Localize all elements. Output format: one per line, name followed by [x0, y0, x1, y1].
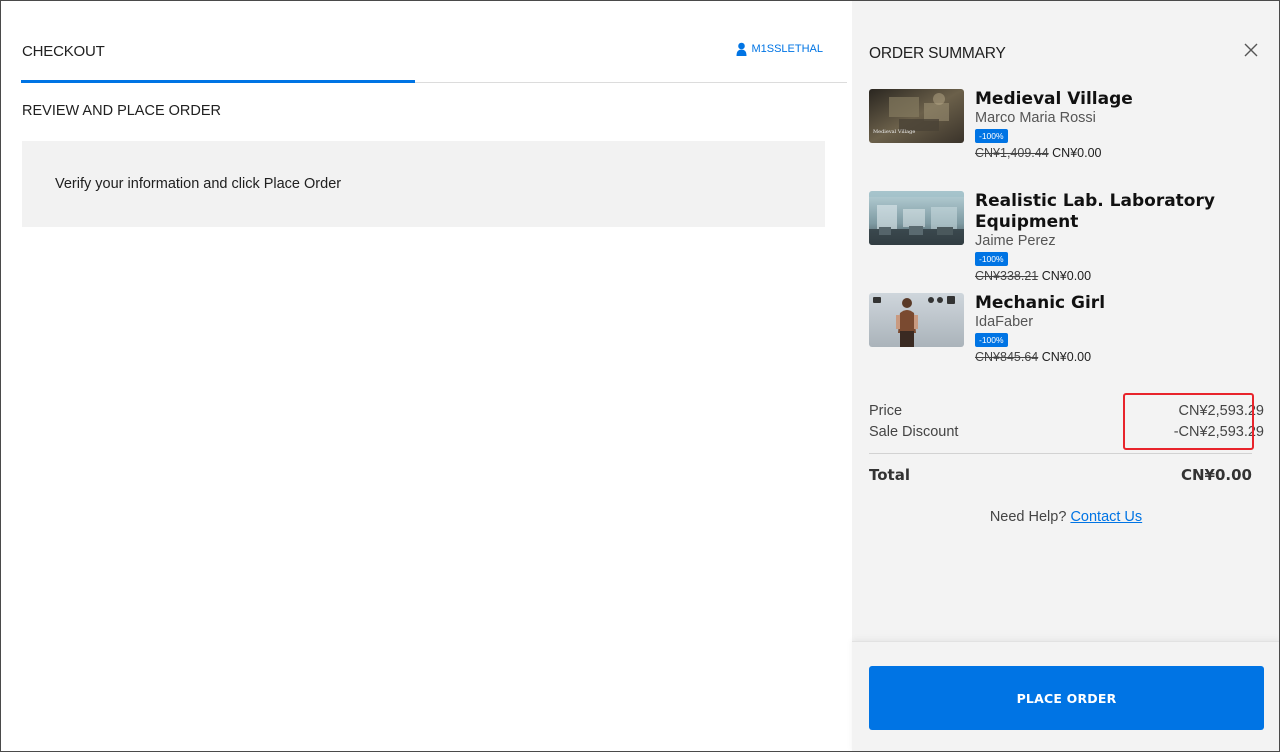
tab-checkout[interactable]: CHECKOUT [22, 43, 105, 60]
item-title[interactable]: Mechanic Girl [975, 293, 1265, 314]
item-thumbnail [869, 293, 964, 347]
close-icon [1244, 43, 1258, 57]
item-details: Mechanic Girl IdaFaber -100% CN¥845.64 C… [975, 293, 1265, 365]
item-prices: CN¥1,409.44 CN¥0.00 [975, 145, 1265, 161]
totals-divider [869, 453, 1252, 454]
username-label: M1SSLETHAL [751, 43, 823, 55]
original-price: CN¥1,409.44 [975, 146, 1049, 160]
item-title[interactable]: Realistic Lab. Laboratory Equipment [975, 191, 1265, 233]
item-title[interactable]: Medieval Village [975, 89, 1265, 110]
item-details: Realistic Lab. Laboratory Equipment Jaim… [975, 191, 1265, 284]
checkout-tabbar: CHECKOUT M1SSLETHAL [21, 31, 847, 83]
total-value: CN¥0.00 [1180, 466, 1252, 484]
price-highlight-box [1123, 393, 1254, 450]
contact-us-link[interactable]: Contact Us [1070, 509, 1142, 525]
sale-price: CN¥0.00 [1041, 269, 1092, 283]
price-label: Price [869, 403, 903, 419]
section-title: REVIEW AND PLACE ORDER [22, 103, 222, 119]
order-summary-title: ORDER SUMMARY [869, 45, 1006, 62]
total-row: Total CN¥0.00 [869, 466, 1252, 484]
info-message: Verify your information and click Place … [55, 176, 342, 192]
discount-badge: -100% [975, 252, 1008, 266]
thumbnail-caption: Medieval Village [873, 129, 916, 135]
item-author: IdaFaber [975, 314, 1034, 330]
original-price: CN¥845.64 [975, 350, 1039, 364]
user-icon [736, 42, 747, 56]
checkout-panel: CHECKOUT M1SSLETHAL REVIEW AND PLACE ORD… [1, 1, 852, 751]
sale-price: CN¥0.00 [1041, 350, 1092, 364]
total-label: Total [869, 466, 910, 484]
item-thumbnail [869, 191, 964, 245]
original-price: CN¥338.21 [975, 269, 1039, 283]
item-prices: CN¥338.21 CN¥0.00 [975, 268, 1265, 284]
help-text: Need Help? [989, 509, 1067, 525]
info-message-box: Verify your information and click Place … [22, 141, 825, 227]
discount-label: Sale Discount [869, 424, 959, 440]
discount-badge: -100% [975, 129, 1008, 143]
item-thumbnail: Medieval Village [869, 89, 964, 143]
tab-active-indicator [21, 80, 415, 83]
sale-price: CN¥0.00 [1052, 146, 1102, 160]
item-prices: CN¥845.64 CN¥0.00 [975, 349, 1265, 365]
item-author: Jaime Perez [975, 233, 1056, 249]
item-author: Marco Maria Rossi [975, 110, 1096, 126]
user-account-link[interactable]: M1SSLETHAL [736, 42, 823, 56]
price-breakdown: Price CN¥2,593.29 Sale Discount -CN¥2,59… [869, 393, 1264, 450]
close-button[interactable] [1242, 41, 1260, 59]
help-section: Need Help? Contact Us [852, 509, 1279, 525]
order-footer: PLACE ORDER [852, 641, 1279, 751]
place-order-button[interactable]: PLACE ORDER [869, 666, 1264, 730]
checkout-window: CHECKOUT M1SSLETHAL REVIEW AND PLACE ORD… [0, 0, 1280, 752]
item-details: Medieval Village Marco Maria Rossi -100%… [975, 89, 1265, 161]
discount-badge: -100% [975, 333, 1008, 347]
order-summary-panel: ORDER SUMMARY Medieval Village Medieval … [852, 1, 1279, 751]
